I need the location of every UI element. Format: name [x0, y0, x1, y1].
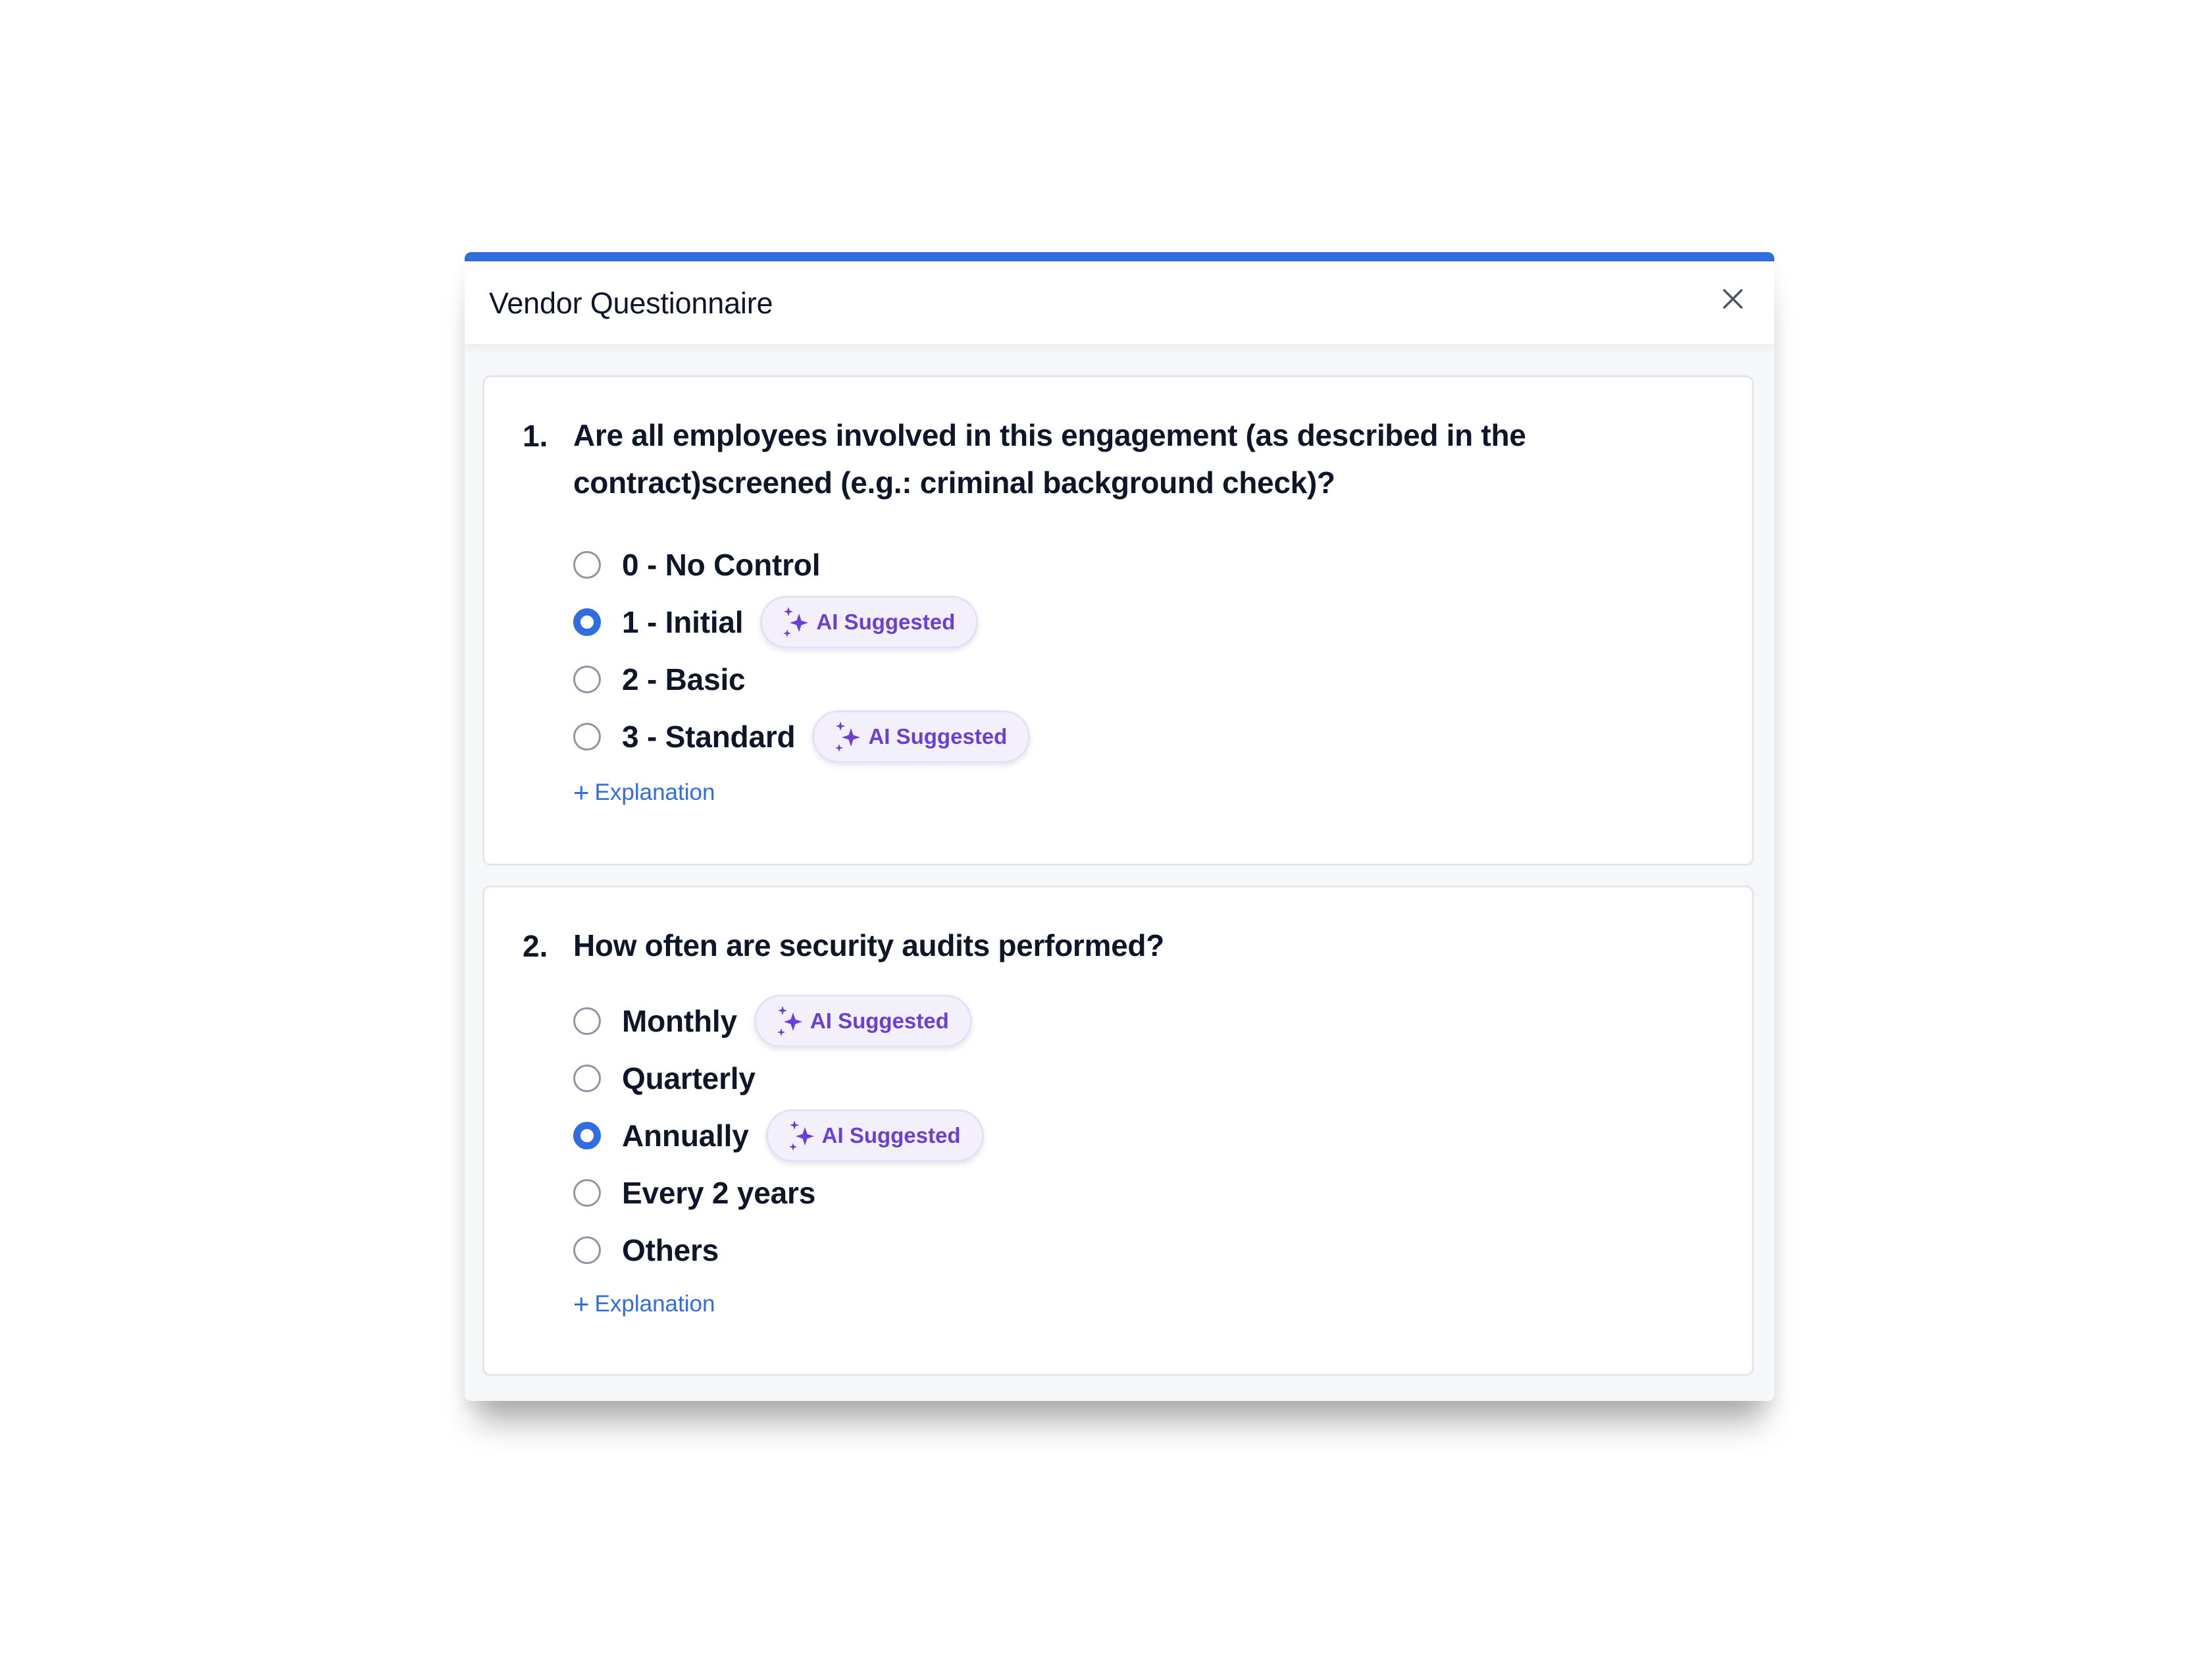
radio-button[interactable] [573, 666, 601, 693]
option-label: Every 2 years [622, 1176, 816, 1210]
option-every-2-years[interactable]: Every 2 years [573, 1170, 815, 1216]
radio-button[interactable] [573, 1236, 601, 1264]
sparkles-icon [835, 722, 861, 752]
ai-suggested-badge: AI Suggested [754, 995, 972, 1047]
option-label: Monthly [622, 1004, 737, 1038]
option-label: 0 - No Control [622, 548, 821, 582]
option-label: 3 - Standard [622, 720, 796, 754]
sparkles-icon [777, 1006, 802, 1036]
explanation-label: Explanation [594, 1291, 715, 1317]
radio-button-selected[interactable] [573, 608, 601, 636]
close-icon [1723, 289, 1743, 309]
question-text: Are all employees involved in this engag… [573, 418, 1526, 500]
modal-title: Vendor Questionnaire [489, 286, 773, 320]
option-no-control[interactable]: 0 - No Control [573, 542, 820, 588]
explanation-label: Explanation [594, 779, 715, 805]
question-number: 1. [523, 419, 548, 453]
option-label: Others [622, 1233, 719, 1267]
modal-header: Vendor Questionnaire [465, 261, 1774, 344]
option-label: Quarterly [622, 1061, 756, 1095]
plus-icon: + [573, 1288, 590, 1319]
option-label: 2 - Basic [622, 662, 746, 697]
ai-suggested-badge: AI Suggested [760, 596, 979, 648]
radio-button[interactable] [573, 1065, 601, 1092]
radio-button[interactable] [573, 551, 601, 579]
ai-badge-label: AI Suggested [810, 1009, 949, 1033]
radio-button[interactable] [573, 723, 601, 750]
vendor-questionnaire-modal: Vendor Questionnaire 1. Are all employee… [465, 252, 1774, 1401]
question-card-2: 2. How often are security audits perform… [482, 885, 1754, 1376]
radio-button-selected[interactable] [573, 1122, 601, 1149]
option-label: Annually [622, 1119, 749, 1153]
option-monthly[interactable]: Monthly AI Suggested [573, 995, 972, 1047]
modal-accent-bar [465, 252, 1774, 261]
ai-badge-label: AI Suggested [868, 724, 1008, 749]
option-quarterly[interactable]: Quarterly [573, 1055, 756, 1101]
ai-badge-label: AI Suggested [821, 1123, 961, 1147]
sparkles-icon [788, 1120, 814, 1151]
option-label: 1 - Initial [622, 605, 744, 639]
question-card-1: 1. Are all employees involved in this en… [482, 375, 1754, 866]
radio-button[interactable] [573, 1179, 601, 1207]
ai-badge-label: AI Suggested [816, 610, 956, 634]
add-explanation-link[interactable]: + Explanation [573, 1290, 715, 1318]
option-initial[interactable]: 1 - Initial AI Suggested [573, 596, 979, 648]
add-explanation-link[interactable]: + Explanation [573, 779, 715, 806]
sparkles-icon [783, 607, 809, 637]
option-basic[interactable]: 2 - Basic [573, 656, 746, 702]
option-others[interactable]: Others [573, 1227, 719, 1273]
question-text: How often are security audits performed? [573, 928, 1164, 962]
plus-icon: + [573, 777, 590, 808]
question-number: 2. [523, 929, 548, 963]
option-standard[interactable]: 3 - Standard AI Suggested [573, 710, 1031, 763]
radio-button[interactable] [573, 1007, 601, 1035]
option-annually[interactable]: Annually AI Suggested [573, 1109, 984, 1162]
ai-suggested-badge: AI Suggested [812, 710, 1031, 763]
close-button[interactable] [1716, 282, 1749, 315]
ai-suggested-badge: AI Suggested [765, 1109, 984, 1162]
